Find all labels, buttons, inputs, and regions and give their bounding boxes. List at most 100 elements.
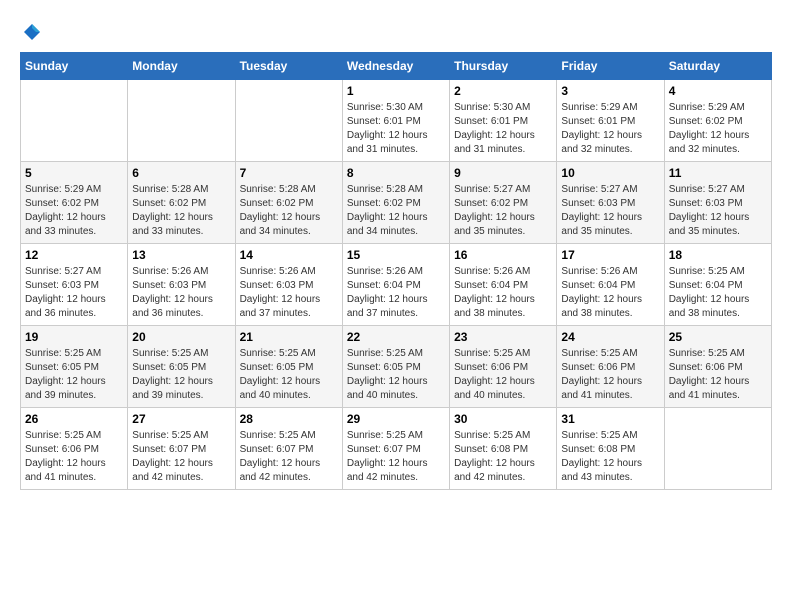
weekday-header-wednesday: Wednesday bbox=[342, 52, 449, 79]
calendar-week-5: 26 Sunrise: 5:25 AMSunset: 6:06 PMDayligh… bbox=[21, 407, 772, 489]
calendar-cell: 23 Sunrise: 5:25 AMSunset: 6:06 PMDayligh… bbox=[450, 325, 557, 407]
day-number: 23 bbox=[454, 330, 552, 344]
calendar-cell: 2 Sunrise: 5:30 AMSunset: 6:01 PMDaylight… bbox=[450, 79, 557, 161]
day-info: Sunrise: 5:30 AMSunset: 6:01 PMDaylight:… bbox=[347, 101, 445, 157]
day-number: 1 bbox=[347, 84, 445, 98]
day-number: 20 bbox=[132, 330, 230, 344]
calendar-cell: 8 Sunrise: 5:28 AMSunset: 6:02 PMDaylight… bbox=[342, 161, 449, 243]
day-number: 7 bbox=[240, 166, 338, 180]
day-info: Sunrise: 5:27 AMSunset: 6:03 PMDaylight:… bbox=[25, 265, 123, 321]
calendar-cell bbox=[235, 79, 342, 161]
calendar-cell: 30 Sunrise: 5:25 AMSunset: 6:08 PMDayligh… bbox=[450, 407, 557, 489]
day-info: Sunrise: 5:25 AMSunset: 6:05 PMDaylight:… bbox=[347, 347, 445, 403]
day-number: 31 bbox=[561, 412, 659, 426]
day-info: Sunrise: 5:27 AMSunset: 6:03 PMDaylight:… bbox=[561, 183, 659, 239]
day-number: 27 bbox=[132, 412, 230, 426]
day-number: 11 bbox=[669, 166, 767, 180]
day-info: Sunrise: 5:25 AMSunset: 6:06 PMDaylight:… bbox=[25, 429, 123, 485]
day-number: 8 bbox=[347, 166, 445, 180]
day-number: 24 bbox=[561, 330, 659, 344]
day-info: Sunrise: 5:27 AMSunset: 6:03 PMDaylight:… bbox=[669, 183, 767, 239]
day-info: Sunrise: 5:26 AMSunset: 6:03 PMDaylight:… bbox=[132, 265, 230, 321]
weekday-header-thursday: Thursday bbox=[450, 52, 557, 79]
day-info: Sunrise: 5:26 AMSunset: 6:04 PMDaylight:… bbox=[561, 265, 659, 321]
calendar-cell: 3Sunrise: 5:29 AMSunset: 6:01 PMDaylight… bbox=[557, 79, 664, 161]
calendar-week-2: 5 Sunrise: 5:29 AMSunset: 6:02 PMDaylight… bbox=[21, 161, 772, 243]
day-info: Sunrise: 5:28 AMSunset: 6:02 PMDaylight:… bbox=[132, 183, 230, 239]
day-info: Sunrise: 5:27 AMSunset: 6:02 PMDaylight:… bbox=[454, 183, 552, 239]
calendar-cell: 10Sunrise: 5:27 AMSunset: 6:03 PMDayligh… bbox=[557, 161, 664, 243]
calendar-cell: 29Sunrise: 5:25 AMSunset: 6:07 PMDayligh… bbox=[342, 407, 449, 489]
day-number: 18 bbox=[669, 248, 767, 262]
calendar-cell: 19 Sunrise: 5:25 AMSunset: 6:05 PMDayligh… bbox=[21, 325, 128, 407]
calendar-cell: 5 Sunrise: 5:29 AMSunset: 6:02 PMDaylight… bbox=[21, 161, 128, 243]
day-number: 5 bbox=[25, 166, 123, 180]
calendar-cell: 21Sunrise: 5:25 AMSunset: 6:05 PMDayligh… bbox=[235, 325, 342, 407]
calendar-cell: 17 Sunrise: 5:26 AMSunset: 6:04 PMDayligh… bbox=[557, 243, 664, 325]
day-number: 6 bbox=[132, 166, 230, 180]
day-info: Sunrise: 5:25 AMSunset: 6:07 PMDaylight:… bbox=[347, 429, 445, 485]
weekday-header-monday: Monday bbox=[128, 52, 235, 79]
day-info: Sunrise: 5:29 AMSunset: 6:02 PMDaylight:… bbox=[25, 183, 123, 239]
day-number: 28 bbox=[240, 412, 338, 426]
weekday-header-sunday: Sunday bbox=[21, 52, 128, 79]
calendar-cell: 24 Sunrise: 5:25 AMSunset: 6:06 PMDayligh… bbox=[557, 325, 664, 407]
day-info: Sunrise: 5:25 AMSunset: 6:06 PMDaylight:… bbox=[454, 347, 552, 403]
calendar-cell: 7 Sunrise: 5:28 AMSunset: 6:02 PMDaylight… bbox=[235, 161, 342, 243]
calendar-cell: 14 Sunrise: 5:26 AMSunset: 6:03 PMDayligh… bbox=[235, 243, 342, 325]
calendar-cell: 12 Sunrise: 5:27 AMSunset: 6:03 PMDayligh… bbox=[21, 243, 128, 325]
day-info: Sunrise: 5:25 AMSunset: 6:04 PMDaylight:… bbox=[669, 265, 767, 321]
calendar-week-1: 1 Sunrise: 5:30 AMSunset: 6:01 PMDaylight… bbox=[21, 79, 772, 161]
calendar-cell: 16Sunrise: 5:26 AMSunset: 6:04 PMDayligh… bbox=[450, 243, 557, 325]
calendar-cell: 22 Sunrise: 5:25 AMSunset: 6:05 PMDayligh… bbox=[342, 325, 449, 407]
page-header bbox=[20, 20, 772, 42]
calendar-table: SundayMondayTuesdayWednesdayThursdayFrid… bbox=[20, 52, 772, 490]
day-info: Sunrise: 5:30 AMSunset: 6:01 PMDaylight:… bbox=[454, 101, 552, 157]
day-number: 17 bbox=[561, 248, 659, 262]
day-info: Sunrise: 5:28 AMSunset: 6:02 PMDaylight:… bbox=[240, 183, 338, 239]
calendar-cell: 4Sunrise: 5:29 AMSunset: 6:02 PMDaylight… bbox=[664, 79, 771, 161]
day-number: 30 bbox=[454, 412, 552, 426]
weekday-header-saturday: Saturday bbox=[664, 52, 771, 79]
day-number: 22 bbox=[347, 330, 445, 344]
logo-icon bbox=[22, 22, 42, 42]
day-number: 4 bbox=[669, 84, 767, 98]
calendar-week-3: 12 Sunrise: 5:27 AMSunset: 6:03 PMDayligh… bbox=[21, 243, 772, 325]
day-info: Sunrise: 5:28 AMSunset: 6:02 PMDaylight:… bbox=[347, 183, 445, 239]
day-number: 14 bbox=[240, 248, 338, 262]
calendar-cell: 28Sunrise: 5:25 AMSunset: 6:07 PMDayligh… bbox=[235, 407, 342, 489]
day-info: Sunrise: 5:26 AMSunset: 6:04 PMDaylight:… bbox=[454, 265, 552, 321]
calendar-cell: 9 Sunrise: 5:27 AMSunset: 6:02 PMDaylight… bbox=[450, 161, 557, 243]
day-number: 3 bbox=[561, 84, 659, 98]
calendar-cell: 31 Sunrise: 5:25 AMSunset: 6:08 PMDayligh… bbox=[557, 407, 664, 489]
day-number: 25 bbox=[669, 330, 767, 344]
calendar-cell bbox=[664, 407, 771, 489]
weekday-header-friday: Friday bbox=[557, 52, 664, 79]
day-info: Sunrise: 5:25 AMSunset: 6:07 PMDaylight:… bbox=[132, 429, 230, 485]
calendar-cell: 15 Sunrise: 5:26 AMSunset: 6:04 PMDayligh… bbox=[342, 243, 449, 325]
calendar-cell bbox=[128, 79, 235, 161]
day-info: Sunrise: 5:25 AMSunset: 6:05 PMDaylight:… bbox=[25, 347, 123, 403]
day-number: 26 bbox=[25, 412, 123, 426]
day-number: 12 bbox=[25, 248, 123, 262]
calendar-cell: 26 Sunrise: 5:25 AMSunset: 6:06 PMDayligh… bbox=[21, 407, 128, 489]
weekday-header-tuesday: Tuesday bbox=[235, 52, 342, 79]
day-info: Sunrise: 5:25 AMSunset: 6:06 PMDaylight:… bbox=[561, 347, 659, 403]
calendar-cell: 6 Sunrise: 5:28 AMSunset: 6:02 PMDaylight… bbox=[128, 161, 235, 243]
day-number: 15 bbox=[347, 248, 445, 262]
day-info: Sunrise: 5:26 AMSunset: 6:03 PMDaylight:… bbox=[240, 265, 338, 321]
day-info: Sunrise: 5:25 AMSunset: 6:08 PMDaylight:… bbox=[454, 429, 552, 485]
calendar-cell: 1 Sunrise: 5:30 AMSunset: 6:01 PMDaylight… bbox=[342, 79, 449, 161]
day-info: Sunrise: 5:25 AMSunset: 6:05 PMDaylight:… bbox=[240, 347, 338, 403]
day-info: Sunrise: 5:26 AMSunset: 6:04 PMDaylight:… bbox=[347, 265, 445, 321]
day-number: 2 bbox=[454, 84, 552, 98]
day-info: Sunrise: 5:25 AMSunset: 6:06 PMDaylight:… bbox=[669, 347, 767, 403]
calendar-cell: 13Sunrise: 5:26 AMSunset: 6:03 PMDayligh… bbox=[128, 243, 235, 325]
day-info: Sunrise: 5:25 AMSunset: 6:08 PMDaylight:… bbox=[561, 429, 659, 485]
calendar-cell bbox=[21, 79, 128, 161]
day-number: 19 bbox=[25, 330, 123, 344]
day-number: 9 bbox=[454, 166, 552, 180]
calendar-cell: 25 Sunrise: 5:25 AMSunset: 6:06 PMDayligh… bbox=[664, 325, 771, 407]
calendar-cell: 20 Sunrise: 5:25 AMSunset: 6:05 PMDayligh… bbox=[128, 325, 235, 407]
day-info: Sunrise: 5:25 AMSunset: 6:05 PMDaylight:… bbox=[132, 347, 230, 403]
